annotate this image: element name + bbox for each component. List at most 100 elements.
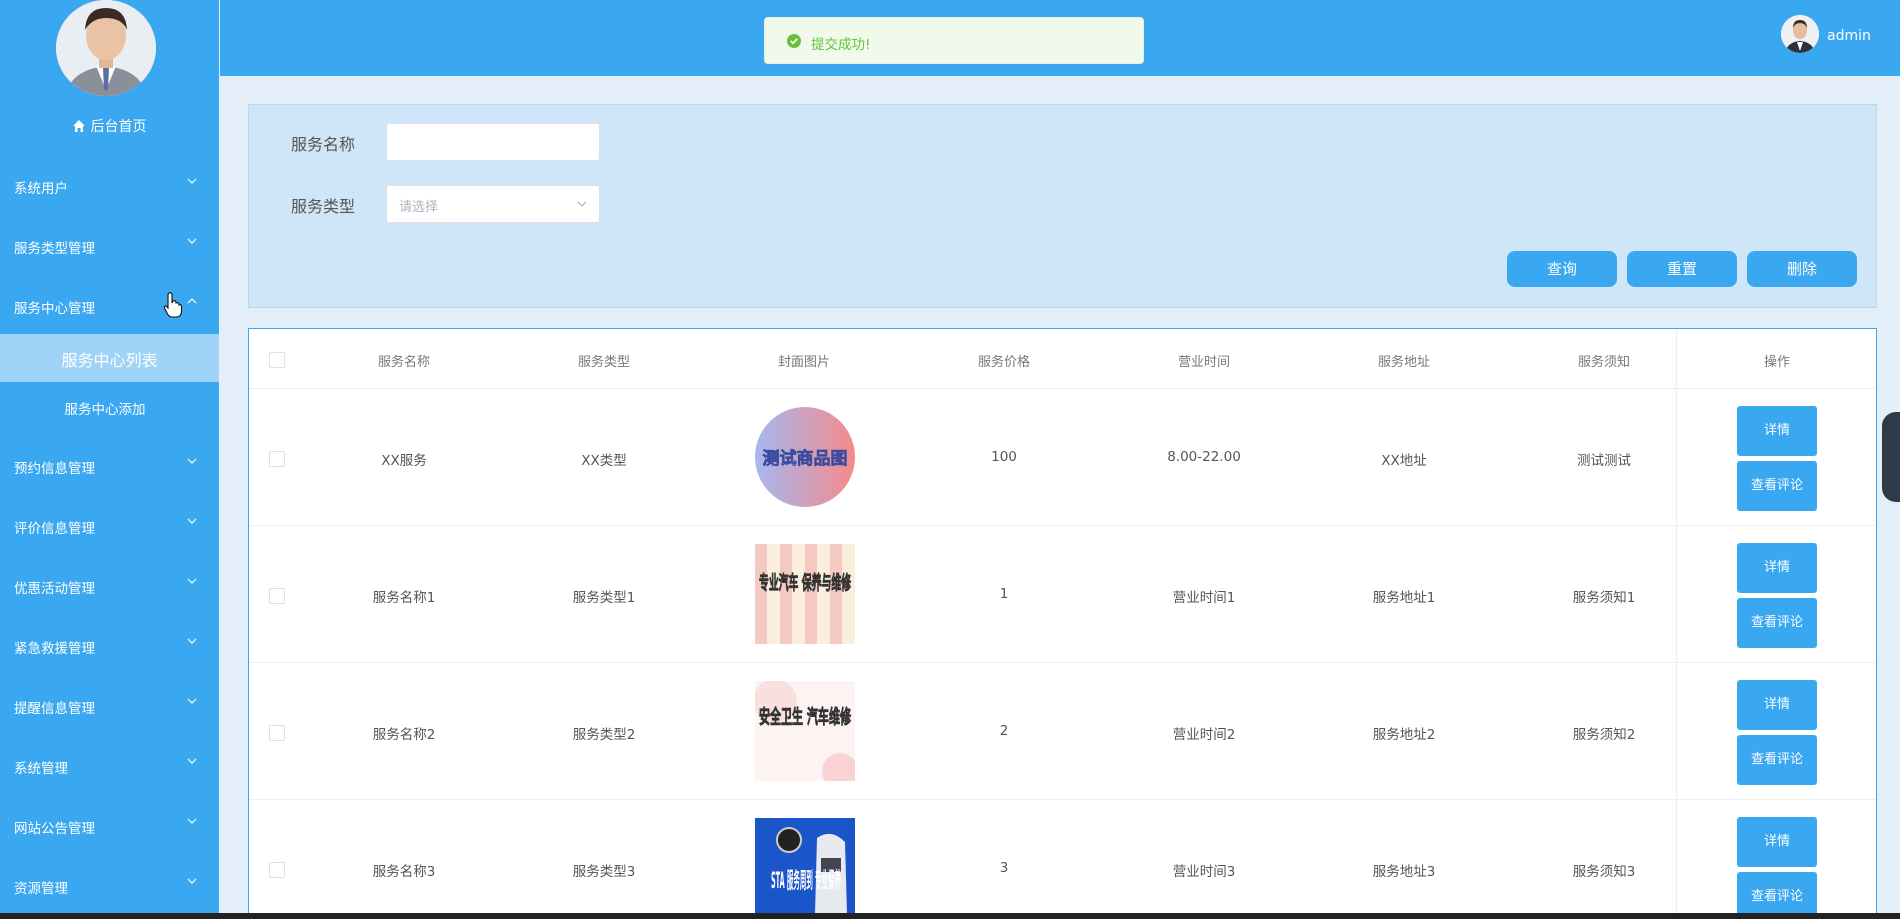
detail-button[interactable]: 详情 [1737,406,1817,456]
header-image: 封面图片 [777,355,830,370]
detail-button[interactable]: 详情 [1737,817,1817,867]
row-checkbox[interactable] [269,725,285,741]
home-link[interactable]: 后台首页 [0,116,219,136]
chevron-down-icon [187,638,197,644]
menu-announcement[interactable]: 网站公告管理 [0,800,219,852]
cell-name: 服务名称1 [372,590,436,606]
menu-service-type[interactable]: 服务类型管理 [0,220,219,272]
fixed-column-divider [1676,329,1677,919]
cell-hours: 营业时间3 [1172,864,1236,880]
cell-notice: 服务须知1 [1572,590,1636,606]
cover-image: 专业汽车 保养与维修 [755,544,855,644]
chevron-up-icon [187,298,197,304]
select-all-checkbox[interactable] [269,352,285,368]
chevron-down-icon [187,878,197,884]
cover-image-text: 专业汽车 保养与维修 [759,571,852,594]
menu-service-center[interactable]: 服务中心管理 [0,280,219,332]
menu-booking[interactable]: 预约信息管理 [0,440,219,492]
cell-price: 1 [999,586,1009,602]
detail-button[interactable]: 详情 [1737,680,1817,730]
view-reviews-button[interactable]: 查看评论 [1737,872,1817,919]
reset-button[interactable]: 重置 [1627,251,1737,287]
cell-address: XX地址 [1381,453,1427,469]
submenu-service-center-add[interactable]: 服务中心添加 [0,398,210,418]
header-hours: 营业时间 [1177,355,1230,370]
delete-button[interactable]: 删除 [1747,251,1857,287]
filter-panel: 服务名称 服务类型 请选择 查询 重置 删除 [248,104,1877,308]
query-button[interactable]: 查询 [1507,251,1617,287]
header-address: 服务地址 [1377,355,1430,370]
row-checkbox[interactable] [269,862,285,878]
menu-label: 提醒信息管理 [14,701,95,717]
view-reviews-button[interactable]: 查看评论 [1737,598,1817,648]
cell-type: 服务类型1 [572,590,636,606]
chevron-down-icon [187,518,197,524]
cover-image-text: 测试商品图 [763,448,848,469]
detail-button[interactable]: 详情 [1737,543,1817,593]
submenu-service-center-list[interactable]: 服务中心列表 [0,334,219,382]
header-actions: 操作 [1763,355,1790,370]
bottom-edge [0,913,1900,919]
cover-image: STA 服务周到 专业保养 [755,818,855,918]
menu-label: 优惠活动管理 [14,581,95,597]
success-toast: 提交成功! [764,17,1144,64]
cover-image-text: 安全卫生 汽车维修 [759,705,852,728]
cell-notice: 服务须知2 [1572,727,1636,743]
sidebar: 后台首页 系统用户 服务类型管理 服务中心管理 服务中心列表 服务中心添加 预约… [0,0,219,919]
row-checkbox[interactable] [269,588,285,604]
service-type-label: 服务类型 [291,197,356,216]
admin-avatar [56,0,156,96]
chevron-down-icon [187,458,197,464]
floating-side-tab[interactable] [1882,412,1900,502]
menu-reminder[interactable]: 提醒信息管理 [0,680,219,732]
chevron-down-icon [187,698,197,704]
user-avatar[interactable] [1781,15,1819,53]
service-name-input[interactable] [386,123,600,161]
view-reviews-button[interactable]: 查看评论 [1737,461,1817,511]
cell-name: 服务名称3 [372,864,436,880]
view-reviews-button[interactable]: 查看评论 [1737,735,1817,785]
menu-label: 系统用户 [14,181,68,197]
cover-image-text: STA 服务周到 专业保养 [771,868,841,894]
menu-system-users[interactable]: 系统用户 [0,160,219,212]
row-checkbox[interactable] [269,451,285,467]
cell-notice: 服务须知3 [1572,864,1636,880]
cell-price: 3 [999,860,1009,876]
chevron-down-icon [187,578,197,584]
submenu-label: 服务中心列表 [61,351,158,370]
cell-address: 服务地址1 [1372,590,1436,606]
menu-promotion[interactable]: 优惠活动管理 [0,560,219,612]
menu-label: 网站公告管理 [14,821,95,837]
menu-label: 服务类型管理 [14,241,95,257]
cover-image: 安全卫生 汽车维修 [755,681,855,781]
chevron-down-icon [187,238,197,244]
service-type-placeholder: 请选择 [399,200,439,215]
username[interactable]: admin [1827,28,1871,44]
menu-label: 预约信息管理 [14,461,95,477]
cell-hours: 营业时间1 [1172,590,1236,606]
service-type-select[interactable]: 请选择 [386,185,600,223]
cell-hours: 营业时间2 [1172,727,1236,743]
cell-address: 服务地址3 [1372,864,1436,880]
header-price: 服务价格 [977,355,1030,370]
menu-label: 资源管理 [14,881,68,897]
home-icon [72,120,85,132]
hand-cursor-icon [163,292,183,318]
chevron-down-icon [187,758,197,764]
cover-image: 测试商品图 [755,407,855,507]
menu-review[interactable]: 评价信息管理 [0,500,219,552]
row-divider [249,525,1876,526]
cell-name: XX服务 [381,453,427,469]
service-center-table: 服务名称 服务类型 封面图片 服务价格 营业时间 服务地址 服务须知 操作 XX… [248,328,1877,919]
menu-resource[interactable]: 资源管理 [0,860,219,912]
cell-hours: 8.00-22.00 [1167,449,1241,465]
chevron-down-icon [577,201,587,207]
header-name: 服务名称 [377,355,430,370]
menu-emergency[interactable]: 紧急救援管理 [0,620,219,672]
cell-type: 服务类型2 [572,727,636,743]
cell-type: XX类型 [581,453,627,469]
menu-system[interactable]: 系统管理 [0,740,219,792]
check-circle-icon [787,34,801,48]
menu-label: 评价信息管理 [14,521,95,537]
header-type: 服务类型 [577,355,630,370]
